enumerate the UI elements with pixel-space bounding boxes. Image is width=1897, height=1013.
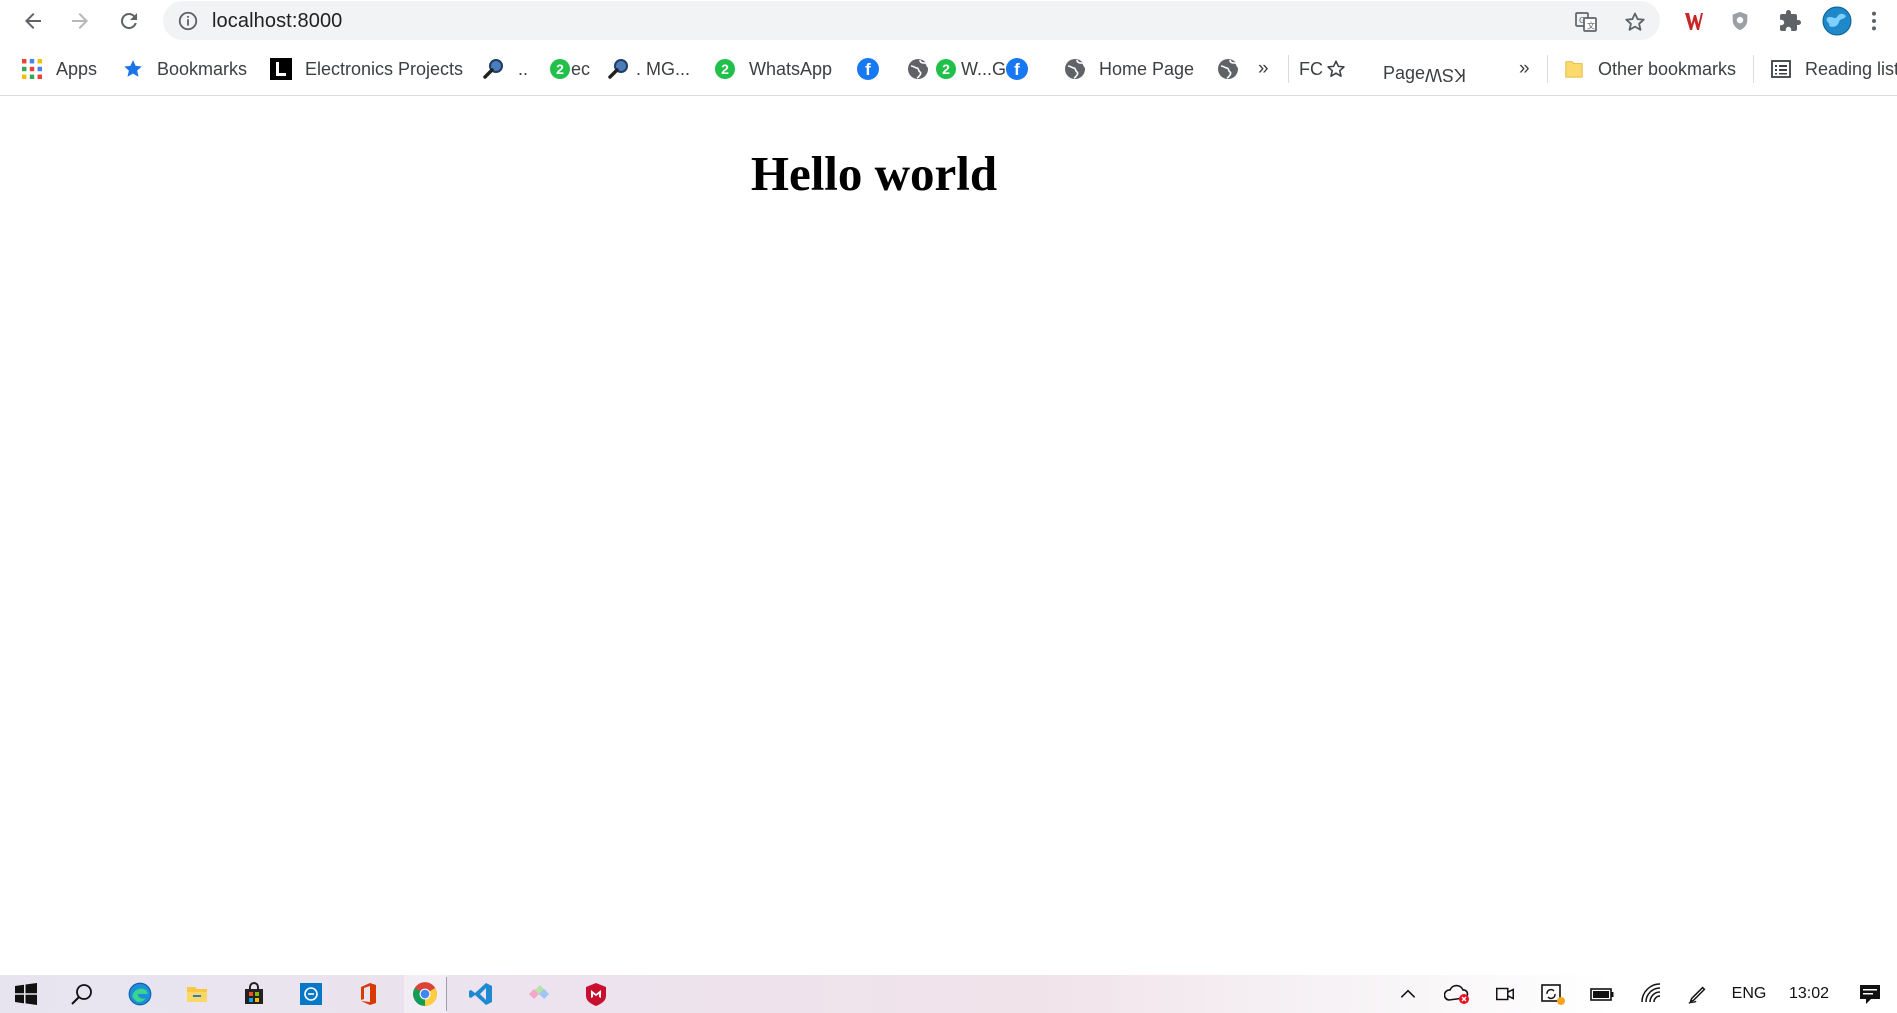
whatsapp-badge-icon: 2 bbox=[549, 58, 571, 80]
bookmarks-divider bbox=[1288, 55, 1289, 83]
clock-time[interactable]: 13:02 bbox=[1783, 982, 1835, 1006]
bookmark-label: . MG... bbox=[636, 58, 690, 79]
edge-browser-icon[interactable] bbox=[124, 979, 156, 1009]
magnifier-icon bbox=[608, 58, 630, 80]
meet-now-icon[interactable] bbox=[1494, 982, 1516, 1006]
pen-ink-icon[interactable] bbox=[1686, 982, 1710, 1006]
url-text[interactable]: localhost:8000 bbox=[212, 10, 342, 33]
page-heading: Hello world bbox=[750, 146, 998, 201]
update-notification-icon[interactable] bbox=[1540, 982, 1566, 1006]
svg-text:文: 文 bbox=[1587, 21, 1595, 31]
bookmark-label: W...G bbox=[961, 58, 1006, 79]
l-logo-icon bbox=[270, 58, 292, 80]
forward-arrow-icon bbox=[72, 13, 88, 29]
svg-text:G: G bbox=[1579, 16, 1585, 25]
facebook-icon: f bbox=[1006, 58, 1028, 80]
folder-icon bbox=[1563, 58, 1585, 80]
language-indicator[interactable]: ENG bbox=[1729, 982, 1769, 1006]
bookmark-other-bookmarks[interactable]: Other bookmarks bbox=[1563, 54, 1736, 84]
reload-button[interactable] bbox=[113, 5, 145, 37]
globe-icon bbox=[1064, 58, 1086, 80]
bookmark-mg[interactable]: . MG... bbox=[608, 54, 690, 84]
bookmark-globe[interactable] bbox=[1217, 54, 1252, 84]
bookmark-label: .. bbox=[518, 58, 529, 79]
address-bar[interactable]: localhost:8000 G 文 bbox=[163, 1, 1660, 40]
bookmark-label: FC bbox=[1299, 58, 1323, 79]
bookmarks-overflow-chevron[interactable]: » bbox=[1258, 54, 1269, 84]
office-icon[interactable] bbox=[352, 979, 384, 1009]
windows-taskbar: ENG 13:02 bbox=[0, 975, 1897, 1013]
bookmark-label: Apps bbox=[56, 58, 98, 79]
bookmark-ksw[interactable]: KSW bbox=[1425, 60, 1466, 90]
tray-expand-chevron-icon[interactable] bbox=[1397, 982, 1419, 1006]
bookmark-label: KSW bbox=[1425, 65, 1467, 86]
onedrive-error-icon[interactable] bbox=[1444, 982, 1472, 1006]
extensions-puzzle-icon[interactable] bbox=[1775, 6, 1805, 36]
magnifier-icon bbox=[483, 58, 505, 80]
star-icon bbox=[122, 58, 144, 80]
bookmark-ec[interactable]: 2 ec bbox=[549, 54, 590, 84]
site-info-icon[interactable] bbox=[177, 10, 199, 32]
bookmark-label: WhatsApp bbox=[749, 58, 833, 79]
bookmark-bookmarks[interactable]: Bookmarks bbox=[122, 54, 247, 84]
bookmark-search-1[interactable]: .. bbox=[483, 54, 528, 84]
vscode-icon[interactable] bbox=[465, 979, 497, 1009]
star-outline-icon bbox=[1325, 58, 1347, 80]
bookmark-label: Electronics Projects bbox=[305, 58, 464, 79]
bookmark-label: Reading list bbox=[1805, 58, 1897, 79]
search-icon[interactable] bbox=[66, 979, 98, 1009]
chrome-menu-icon[interactable] bbox=[1866, 6, 1882, 36]
bookmark-whatsapp[interactable]: 2 WhatsApp bbox=[714, 54, 832, 84]
wifi-icon[interactable] bbox=[1639, 982, 1663, 1006]
bookmarks-overflow-chevron-2[interactable]: » bbox=[1519, 54, 1530, 84]
browser-toolbar: localhost:8000 G 文 bbox=[0, 0, 1897, 42]
globe-icon bbox=[907, 58, 929, 80]
bookmark-apps[interactable]: Apps bbox=[21, 54, 97, 84]
translate-icon[interactable]: G 文 bbox=[1574, 10, 1598, 34]
extension-shield-icon[interactable] bbox=[1725, 6, 1755, 36]
profile-avatar-icon[interactable] bbox=[1822, 6, 1852, 36]
bookmark-wg[interactable]: 2 W...G f bbox=[907, 54, 1028, 84]
page-viewport: Hello world bbox=[0, 97, 1897, 975]
bookmark-fc[interactable]: FC bbox=[1299, 54, 1347, 84]
battery-icon[interactable] bbox=[1589, 982, 1615, 1006]
bookmark-facebook[interactable]: f bbox=[857, 54, 879, 84]
bookmark-label: Page bbox=[1383, 62, 1426, 83]
bookmarks-divider bbox=[1753, 55, 1754, 83]
git-app-icon[interactable] bbox=[523, 979, 555, 1009]
back-arrow-icon bbox=[25, 13, 41, 29]
bookmark-reading-list[interactable]: Reading list bbox=[1770, 54, 1897, 84]
facebook-icon: f bbox=[857, 58, 879, 80]
back-button[interactable] bbox=[17, 5, 49, 37]
bookmark-label: Home Page bbox=[1099, 58, 1195, 79]
taskbar-active-indicator bbox=[446, 977, 447, 1011]
windows-start-icon[interactable] bbox=[10, 979, 42, 1009]
reading-list-icon bbox=[1770, 58, 1792, 80]
apps-grid-icon bbox=[21, 58, 43, 80]
extension-w-icon[interactable] bbox=[1679, 6, 1709, 36]
bookmark-label: Other bookmarks bbox=[1598, 58, 1737, 79]
file-explorer-icon[interactable] bbox=[181, 979, 213, 1009]
reload-icon bbox=[120, 12, 137, 29]
globe-icon bbox=[1217, 58, 1239, 80]
bookmark-star-icon[interactable] bbox=[1623, 10, 1647, 34]
mcafee-icon[interactable] bbox=[580, 979, 612, 1009]
bookmark-electronics-projects[interactable]: Electronics Projects bbox=[270, 54, 463, 84]
bookmark-label: ec bbox=[571, 58, 591, 79]
bookmark-label: Bookmarks bbox=[157, 58, 248, 79]
bookmark-page[interactable]: Page bbox=[1383, 58, 1425, 88]
action-center-icon[interactable] bbox=[1858, 982, 1882, 1006]
bookmarks-bar: Apps Bookmarks Electronics Projects .. 2… bbox=[0, 42, 1897, 96]
bookmarks-divider bbox=[1547, 55, 1548, 83]
whatsapp-badge-icon: 2 bbox=[714, 58, 736, 80]
chrome-icon[interactable] bbox=[409, 979, 441, 1009]
whatsapp-badge-icon: 2 bbox=[935, 58, 957, 80]
bookmark-home-page[interactable]: Home Page bbox=[1064, 54, 1194, 84]
dell-app-icon[interactable] bbox=[295, 979, 327, 1009]
microsoft-store-icon[interactable] bbox=[238, 979, 270, 1009]
forward-button[interactable] bbox=[64, 5, 96, 37]
